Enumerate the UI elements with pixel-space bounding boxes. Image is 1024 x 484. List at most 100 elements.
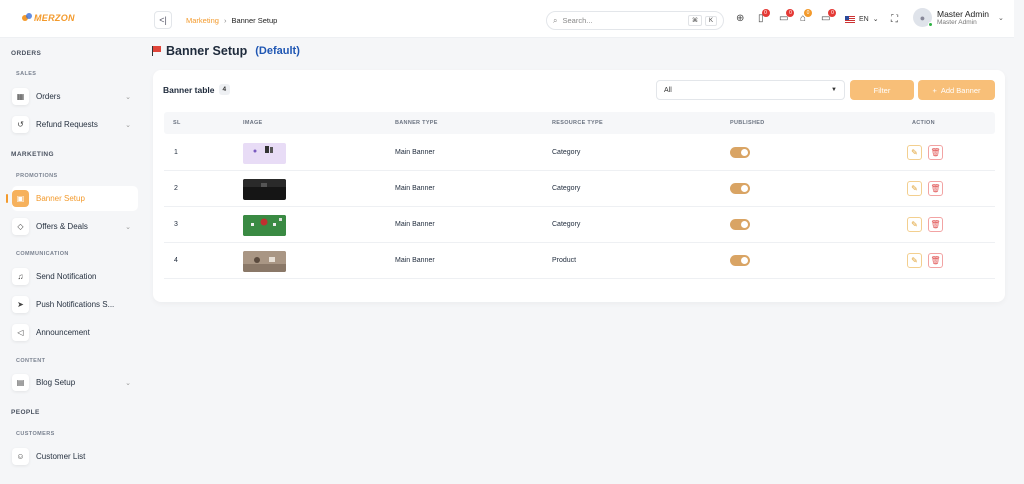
row-sl: 2	[174, 185, 178, 192]
flag-icon	[152, 46, 161, 56]
pencil-icon: ✎	[911, 256, 918, 265]
delete-button[interactable]: 🗑	[928, 145, 943, 160]
section-people: PEOPLE	[11, 409, 40, 416]
column-header-published: PUBLISHED	[730, 120, 765, 126]
banner-image-4	[243, 251, 286, 272]
filter-select-value: All	[664, 86, 672, 94]
table-head: SL IMAGE BANNER TYPE RESOURCE TYPE PUBLI…	[164, 112, 995, 134]
banner-thumbnail	[243, 215, 286, 236]
subsection-promotions: PROMOTIONS	[16, 173, 58, 179]
trash-icon: 🗑	[930, 148, 941, 157]
avatar: ●	[913, 8, 933, 27]
sidebar-item-banner-setup[interactable]: ▣ Banner Setup	[12, 186, 138, 211]
cart-icon[interactable]: ▯ 0	[758, 9, 770, 24]
language-selector[interactable]: EN ⌄	[845, 15, 879, 23]
sidebar-item-offers-deals[interactable]: ◇ Offers & Deals ⌄	[12, 214, 138, 239]
search-icon: ⌕	[553, 15, 558, 25]
section-marketing: MARKETING	[11, 151, 54, 158]
column-header-resource-type: RESOURCE TYPE	[552, 120, 603, 126]
page-title: Banner Setup	[166, 44, 248, 58]
row-sl: 3	[174, 221, 178, 228]
edit-button[interactable]: ✎	[907, 181, 922, 196]
globe-icon[interactable]: ⊕	[736, 14, 744, 24]
caret-down-icon: ▼	[831, 87, 837, 93]
trash-icon: 🗑	[930, 256, 941, 265]
row-resource-type: Category	[552, 185, 581, 192]
published-toggle[interactable]	[730, 255, 750, 266]
refund-icon: ↺	[12, 116, 29, 133]
subsection-communication: COMMUNICATION	[16, 251, 69, 257]
sidebar-item-announcement[interactable]: ◁ Announcement	[12, 320, 138, 345]
breadcrumb-separator: ›	[223, 16, 227, 25]
user-menu[interactable]: ● Master Admin Master Admin ⌄	[913, 8, 1004, 27]
page-subtitle: (Default)	[255, 45, 300, 57]
sidebar-item-label: Offers & Deals	[36, 222, 88, 231]
filter-button-label: Filter	[873, 85, 891, 95]
published-toggle[interactable]	[730, 147, 750, 158]
subsection-sales: SALES	[16, 71, 37, 77]
sidebar-toggle-button[interactable]: <|	[154, 11, 172, 29]
table-row: 4 Main Banner Product ✎ 🗑	[164, 243, 995, 279]
logo-icon	[22, 13, 32, 23]
delete-button[interactable]: 🗑	[928, 217, 943, 232]
sidebar-item-refund-requests[interactable]: ↺ Refund Requests ⌄	[12, 112, 138, 137]
sidebar-item-push-notifications[interactable]: ➤ Push Notifications S...	[12, 292, 138, 317]
message-icon[interactable]: ▭ 0	[779, 9, 795, 24]
shortcut-key-cmd: ⌘	[687, 15, 702, 26]
banner-image-3	[243, 215, 286, 236]
chevron-down-icon: ⌄	[997, 14, 1004, 22]
sidebar-item-label: Banner Setup	[36, 194, 85, 203]
pencil-icon: ✎	[911, 148, 918, 157]
row-banner-type: Main Banner	[395, 185, 435, 192]
banner-thumbnail	[243, 251, 286, 272]
row-banner-type: Main Banner	[395, 221, 435, 228]
edit-button[interactable]: ✎	[907, 217, 922, 232]
row-sl: 1	[174, 149, 178, 156]
sidebar-item-send-notification[interactable]: ♫ Send Notification	[12, 264, 138, 289]
edit-button[interactable]: ✎	[907, 253, 922, 268]
row-resource-type: Product	[552, 257, 577, 264]
breadcrumb-parent[interactable]: Marketing	[186, 16, 219, 25]
active-item-marker	[6, 194, 8, 203]
subsection-content: CONTENT	[16, 358, 46, 364]
send-icon: ➤	[12, 296, 29, 313]
chevron-down-icon: ⌄	[125, 223, 131, 231]
fullscreen-icon[interactable]: ⛶	[891, 14, 898, 25]
plus-icon: +	[932, 85, 937, 95]
add-banner-button[interactable]: + Add Banner	[918, 80, 995, 100]
chevron-down-icon: ⌄	[125, 93, 131, 101]
delete-button[interactable]: 🗑	[928, 253, 943, 268]
shortcut-key-k: K	[704, 15, 717, 26]
table-title: Banner table	[163, 84, 215, 95]
table-row: 3 Main Banner Category ✎ 🗑	[164, 207, 995, 243]
banner-image-2	[243, 179, 286, 187]
edit-button[interactable]: ✎	[907, 145, 922, 160]
store-icon[interactable]: ⌂ 0	[800, 9, 813, 24]
brand-logo[interactable]: MERZON	[22, 13, 75, 23]
count-badge: 4	[218, 84, 231, 95]
user-name: Master Admin	[937, 9, 989, 19]
pencil-icon: ✎	[911, 220, 918, 229]
section-orders: ORDERS	[11, 50, 42, 57]
delete-button[interactable]: 🗑	[928, 181, 943, 196]
search-input[interactable]: ⌕ Search... ⌘ K	[546, 11, 724, 30]
published-toggle[interactable]	[730, 219, 750, 230]
published-toggle[interactable]	[730, 183, 750, 194]
sidebar-item-customer-list[interactable]: ☺ Customer List	[12, 444, 138, 469]
row-resource-type: Category	[552, 221, 581, 228]
card-icon[interactable]: ▭ 0	[821, 9, 837, 24]
table-row: 1 Main Banner Category ✎ 🗑	[164, 135, 995, 171]
sidebar-item-label: Blog Setup	[36, 378, 76, 387]
banner-thumbnail	[243, 179, 286, 200]
us-flag-icon	[845, 15, 855, 23]
bell-icon: ♫	[12, 268, 29, 285]
sidebar-item-orders[interactable]: ▦ Orders ⌄	[12, 84, 138, 109]
filter-button[interactable]: Filter	[850, 80, 914, 100]
filter-select[interactable]: All ▼	[656, 80, 845, 100]
sidebar-item-label: Customer List	[36, 452, 86, 461]
sidebar-item-label: Announcement	[36, 328, 90, 337]
trash-icon: 🗑	[930, 220, 941, 229]
row-sl: 4	[174, 257, 178, 264]
sidebar-item-blog-setup[interactable]: ▤ Blog Setup ⌄	[12, 370, 138, 395]
row-resource-type: Category	[552, 149, 581, 156]
